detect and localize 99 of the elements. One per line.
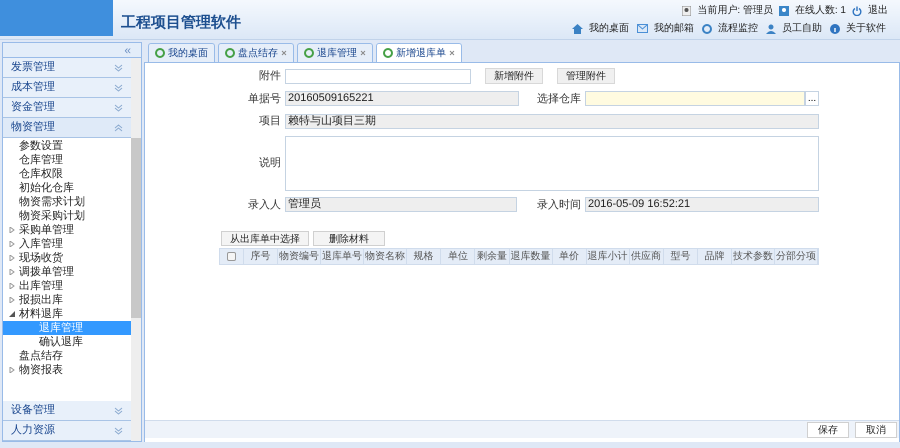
column-header: 规格 [407, 249, 442, 264]
tree-item[interactable]: 盘点结存 [3, 349, 131, 363]
triangle-right-icon [9, 367, 15, 373]
tree-item[interactable]: 报损出库 [3, 293, 131, 307]
field-label: 录入人 [247, 198, 281, 212]
chevron-down-icon [114, 64, 123, 72]
tree-item[interactable]: 仓库管理 [3, 153, 131, 167]
close-icon[interactable] [360, 50, 366, 56]
tree-item[interactable]: 确认退库 [3, 335, 131, 349]
warehouse-field[interactable] [585, 91, 805, 106]
tree-item[interactable]: 调拨单管理 [3, 265, 131, 279]
accordion-header[interactable]: 人力资源 [3, 421, 131, 441]
header-link[interactable]: 流程监控 [718, 21, 758, 36]
circle-icon [702, 24, 712, 34]
column-header: 单价 [552, 249, 587, 264]
input-field[interactable]: 20160509165221 [285, 91, 519, 106]
accordion-header[interactable]: 资金管理 [3, 98, 131, 118]
close-icon[interactable] [281, 50, 287, 56]
close-icon[interactable] [449, 50, 455, 56]
column-header: 单位 [441, 249, 476, 264]
accordion-header[interactable]: 发票管理 [3, 58, 131, 78]
field-label: 附件 [258, 69, 281, 84]
home-icon [572, 24, 583, 34]
header-link[interactable]: 我的邮箱 [654, 21, 694, 36]
triangle-down-icon [9, 311, 15, 317]
user-icon [682, 6, 692, 16]
column-header: 供应商 [630, 249, 664, 264]
footer-button[interactable]: 取消 [855, 422, 897, 438]
tree-item[interactable]: 仓库权限 [3, 167, 131, 181]
tree-item[interactable]: 物资报表 [3, 363, 131, 377]
column-header: 退库小计 [586, 249, 630, 264]
textarea-field[interactable] [285, 136, 819, 190]
field-label: 说明 [258, 156, 281, 171]
select-all-checkbox[interactable] [227, 252, 236, 261]
field-label: 选择仓库 [536, 92, 581, 106]
field-label: 项目 [258, 114, 281, 129]
input-field[interactable]: 2016-05-09 16:52:21 [585, 197, 819, 212]
chevron-down-icon [114, 104, 123, 112]
field-label: 单据号 [247, 92, 281, 106]
form-button[interactable]: 新增附件 [485, 68, 543, 84]
header-link[interactable]: 员工自助 [782, 21, 822, 36]
current-user: 当前用户: 管理员 [697, 4, 773, 18]
tree-item[interactable]: 采购单管理 [3, 223, 131, 237]
triangle-right-icon [9, 269, 15, 275]
info-icon [830, 24, 840, 34]
people-icon [778, 6, 789, 16]
scrollbar[interactable] [131, 58, 141, 441]
chevron-down-icon [114, 84, 123, 92]
tree-item[interactable]: 材料退库 [3, 307, 131, 321]
chevron-down-icon [114, 426, 123, 434]
logout-link[interactable]: 退出 [868, 3, 888, 18]
app-title: 工程项目管理软件 [121, 13, 241, 33]
tree-item[interactable]: 物资采购计划 [3, 209, 131, 223]
triangle-right-icon [9, 283, 15, 289]
input-field[interactable]: 赖特与山项目三期 [285, 114, 819, 129]
tree-item[interactable]: 出库管理 [3, 279, 131, 293]
input-field[interactable]: 管理员 [285, 197, 517, 212]
triangle-right-icon [9, 255, 15, 261]
tree-item[interactable]: 入库管理 [3, 237, 131, 251]
header-link[interactable]: 关于软件 [846, 21, 886, 36]
picker-button[interactable]: ... [805, 91, 819, 106]
tree-item[interactable]: 初始化仓库 [3, 181, 131, 195]
column-header: 分部分项 [775, 249, 818, 264]
column-header: 物资编号 [278, 249, 322, 264]
input-field[interactable] [285, 68, 471, 84]
mail-icon [637, 24, 648, 33]
tree-item[interactable]: 现场收货 [3, 251, 131, 265]
tree-item[interactable]: 物资需求计划 [3, 195, 131, 209]
column-header: 型号 [664, 249, 698, 264]
column-header: 剩余量 [475, 249, 510, 264]
column-header: 物资名称 [364, 249, 408, 264]
accordion-header[interactable]: 成本管理 [3, 78, 131, 98]
column-header: 退库数量 [510, 249, 552, 264]
column-header: 技术参数 [732, 249, 775, 264]
chevron-down-icon [114, 406, 123, 414]
header-link[interactable]: 我的桌面 [589, 21, 629, 36]
grid-button[interactable]: 从出库单中选择 [221, 231, 309, 246]
tab[interactable]: 我的桌面 [148, 43, 215, 62]
tab[interactable]: 新增退库单 [376, 43, 462, 62]
power-icon [852, 6, 862, 16]
triangle-right-icon [9, 227, 15, 233]
column-header: 退库单号 [321, 249, 364, 264]
field-label: 录入时间 [536, 198, 581, 212]
accordion-header[interactable]: 物资管理 [3, 118, 131, 138]
triangle-right-icon [9, 241, 15, 247]
footer-button[interactable]: 保存 [807, 422, 849, 438]
column-header: 序号 [244, 249, 278, 264]
tree-item[interactable]: 参数设置 [3, 139, 131, 153]
accordion-header[interactable]: 设备管理 [3, 401, 131, 421]
grid-button[interactable]: 删除材料 [313, 231, 385, 246]
scrollbar-thumb[interactable] [131, 138, 141, 318]
form-button[interactable]: 管理附件 [557, 68, 615, 84]
person-icon [766, 24, 776, 34]
triangle-right-icon [9, 297, 15, 303]
online-count: 在线人数: 1 [794, 4, 846, 18]
tab[interactable]: 盘点结存 [218, 43, 294, 62]
chevron-up-icon [114, 124, 123, 132]
tab[interactable]: 退库管理 [297, 43, 373, 62]
column-header: 品牌 [698, 249, 732, 264]
